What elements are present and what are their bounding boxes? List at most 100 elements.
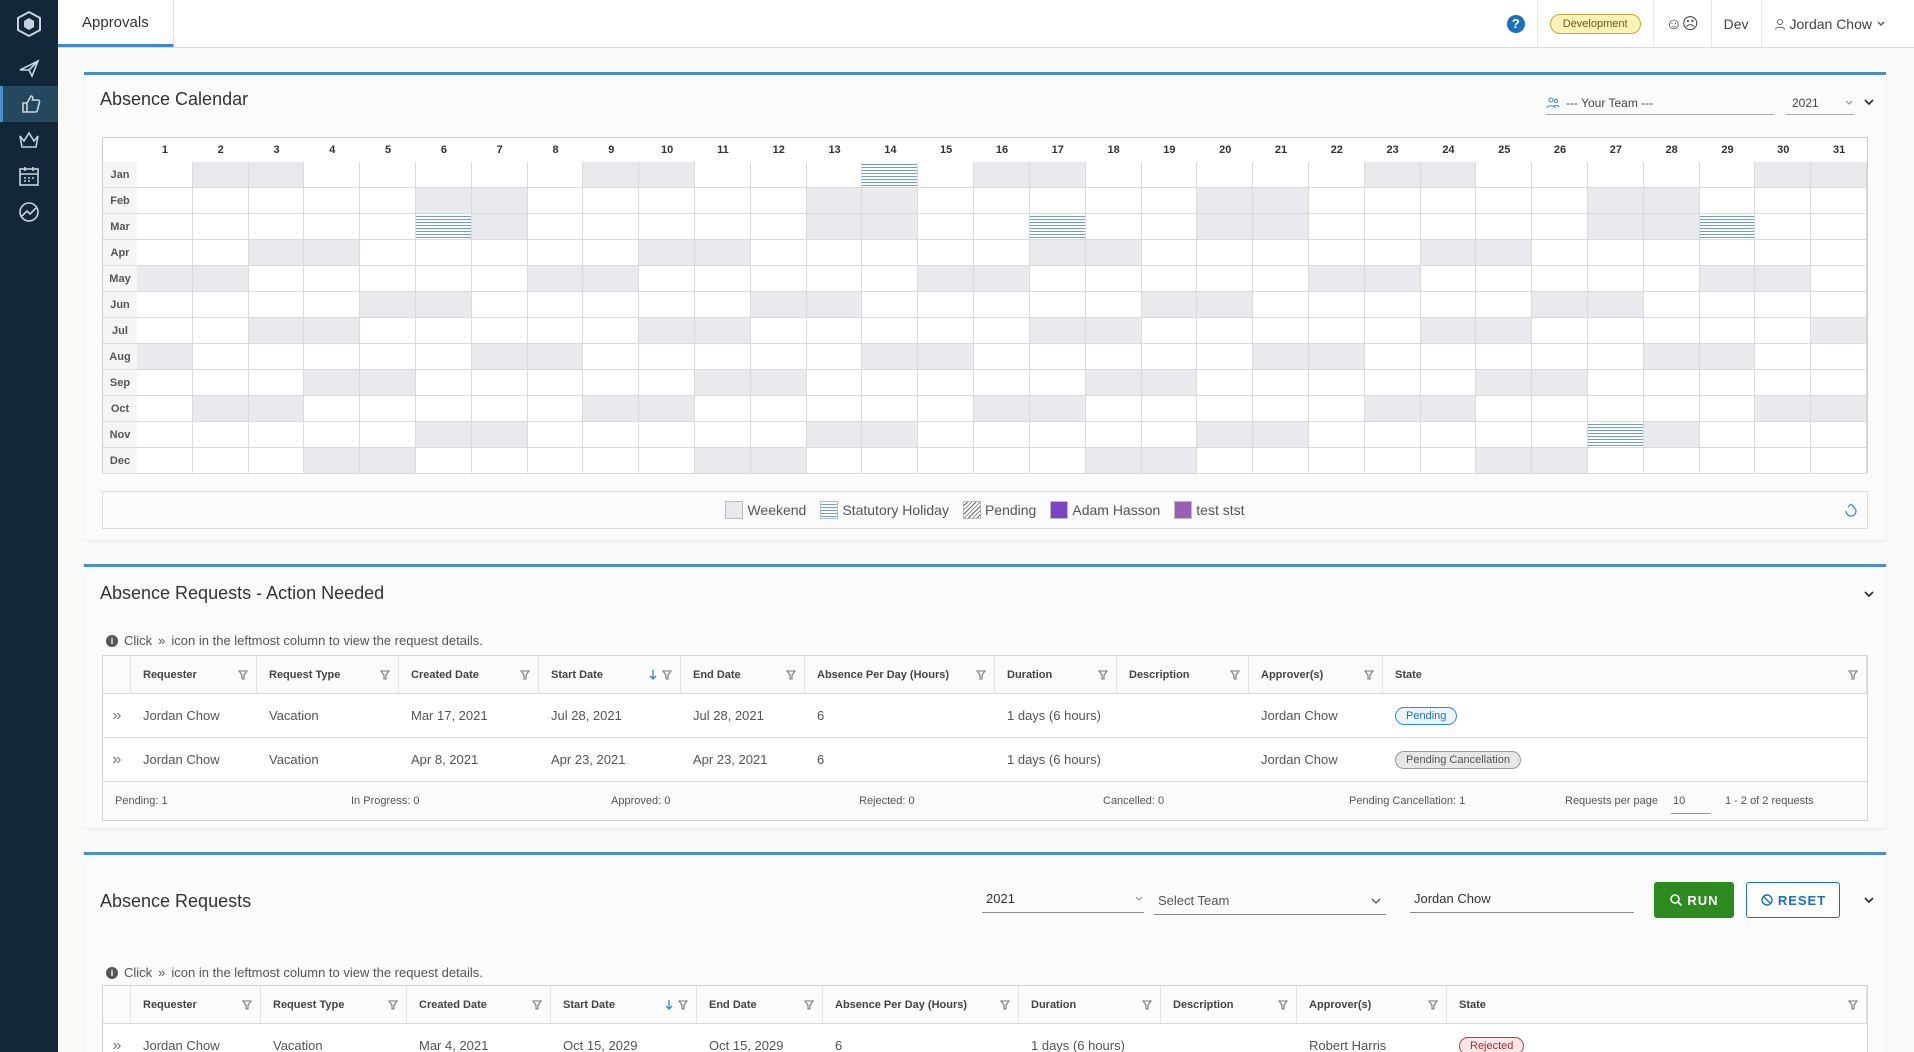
column-header[interactable]: End Date <box>697 986 823 1023</box>
help-button[interactable]: ? <box>1495 0 1537 47</box>
calendar-day-cell[interactable] <box>1755 422 1812 448</box>
column-header[interactable]: Description <box>1161 986 1297 1023</box>
calendar-day-cell[interactable] <box>1755 188 1812 214</box>
calendar-day-cell[interactable] <box>248 422 305 448</box>
column-header[interactable]: Created Date <box>399 656 539 693</box>
calendar-day-cell[interactable] <box>1420 214 1477 240</box>
calendar-day-cell[interactable] <box>750 344 807 370</box>
calendar-day-cell[interactable] <box>304 162 361 188</box>
calendar-day-cell[interactable] <box>974 188 1030 214</box>
calendar-day-cell[interactable] <box>974 240 1030 266</box>
calendar-day-cell[interactable] <box>1532 240 1588 266</box>
run-button[interactable]: RUN <box>1654 882 1734 918</box>
calendar-day-cell[interactable] <box>1755 396 1812 422</box>
calendar-day-cell[interactable] <box>695 422 751 448</box>
calendar-day-cell[interactable] <box>1308 266 1365 292</box>
calendar-day-cell[interactable] <box>639 422 696 448</box>
calendar-day-cell[interactable] <box>360 448 417 474</box>
calendar-day-cell[interactable] <box>1811 396 1867 422</box>
calendar-day-cell[interactable] <box>360 318 417 344</box>
feedback-button[interactable]: ☺☹ <box>1652 0 1711 47</box>
calendar-day-cell[interactable] <box>471 370 528 396</box>
calendar-day-cell[interactable] <box>583 292 640 318</box>
calendar-day-cell[interactable] <box>1364 318 1421 344</box>
column-header[interactable]: Start Date <box>551 986 697 1023</box>
calendar-day-cell[interactable] <box>918 344 975 370</box>
calendar-day-cell[interactable] <box>1699 318 1756 344</box>
calendar-day-cell[interactable] <box>1197 344 1254 370</box>
calendar-day-cell[interactable] <box>1755 448 1812 474</box>
calendar-day-cell[interactable] <box>918 188 975 214</box>
calendar-day-cell[interactable] <box>1476 370 1533 396</box>
calendar-day-cell[interactable] <box>360 344 417 370</box>
calendar-day-cell[interactable] <box>137 422 193 448</box>
calendar-day-cell[interactable] <box>750 240 807 266</box>
calendar-day-cell[interactable] <box>1029 318 1086 344</box>
calendar-day-cell[interactable] <box>137 370 193 396</box>
calendar-day-cell[interactable] <box>1197 162 1254 188</box>
calendar-day-cell[interactable] <box>1197 396 1254 422</box>
column-header[interactable]: State <box>1383 656 1867 693</box>
calendar-day-cell[interactable] <box>974 370 1030 396</box>
sort-desc-icon[interactable] <box>648 669 658 681</box>
calendar-day-cell[interactable] <box>527 162 584 188</box>
calendar-day-cell[interactable] <box>583 370 640 396</box>
filter-icon[interactable] <box>1230 670 1240 680</box>
calendar-day-cell[interactable] <box>1532 292 1588 318</box>
calendar-day-cell[interactable] <box>416 344 472 370</box>
filter-icon[interactable] <box>238 670 248 680</box>
calendar-day-cell[interactable] <box>248 240 305 266</box>
calendar-day-cell[interactable] <box>360 214 417 240</box>
calendar-day-cell[interactable] <box>360 370 417 396</box>
calendar-day-cell[interactable] <box>862 318 919 344</box>
filter-icon[interactable] <box>388 1000 398 1010</box>
calendar-day-cell[interactable] <box>583 318 640 344</box>
year-filter[interactable]: 2021 <box>982 885 1144 913</box>
calendar-day-cell[interactable] <box>974 448 1030 474</box>
calendar-day-cell[interactable] <box>1308 162 1365 188</box>
calendar-day-cell[interactable] <box>862 448 919 474</box>
tab-approvals[interactable]: Approvals <box>58 0 174 47</box>
column-header[interactable]: Duration <box>1019 986 1161 1023</box>
filter-icon[interactable] <box>532 1000 542 1010</box>
calendar-day-cell[interactable] <box>248 162 305 188</box>
calendar-day-cell[interactable] <box>1643 292 1700 318</box>
calendar-day-cell[interactable] <box>527 344 584 370</box>
calendar-day-cell[interactable] <box>1029 266 1086 292</box>
calendar-day-cell[interactable] <box>1476 344 1533 370</box>
calendar-day-cell[interactable] <box>248 188 305 214</box>
calendar-day-cell[interactable] <box>1029 240 1086 266</box>
calendar-day-cell[interactable] <box>1699 422 1756 448</box>
calendar-day-cell[interactable] <box>1587 240 1644 266</box>
calendar-day-cell[interactable] <box>1587 344 1644 370</box>
user-menu[interactable]: Jordan Chow <box>1760 0 1914 47</box>
calendar-day-cell[interactable] <box>974 318 1030 344</box>
calendar-day-cell[interactable] <box>1476 214 1533 240</box>
calendar-day-cell[interactable] <box>1253 292 1309 318</box>
calendar-day-cell[interactable] <box>1755 214 1812 240</box>
calendar-day-cell[interactable] <box>137 448 193 474</box>
calendar-day-cell[interactable] <box>1253 214 1309 240</box>
calendar-day-cell[interactable] <box>1364 448 1421 474</box>
calendar-day-cell[interactable] <box>1253 318 1309 344</box>
calendar-day-cell[interactable] <box>1643 448 1700 474</box>
column-header[interactable]: State <box>1447 986 1867 1023</box>
reset-button[interactable]: RESET <box>1746 882 1840 918</box>
calendar-day-cell[interactable] <box>1476 396 1533 422</box>
calendar-day-cell[interactable] <box>304 240 361 266</box>
calendar-day-cell[interactable] <box>416 214 472 240</box>
calendar-day-cell[interactable] <box>1141 370 1198 396</box>
calendar-day-cell[interactable] <box>1811 266 1867 292</box>
calendar-day-cell[interactable] <box>1085 188 1142 214</box>
calendar-day-cell[interactable] <box>806 188 863 214</box>
column-header[interactable]: Approver(s) <box>1249 656 1383 693</box>
calendar-day-cell[interactable] <box>1308 318 1365 344</box>
calendar-day-cell[interactable] <box>750 422 807 448</box>
calendar-day-cell[interactable] <box>1253 188 1309 214</box>
calendar-day-cell[interactable] <box>1420 422 1477 448</box>
calendar-day-cell[interactable] <box>1587 370 1644 396</box>
year-select[interactable]: 2021 <box>1786 91 1854 115</box>
calendar-day-cell[interactable] <box>806 396 863 422</box>
calendar-day-cell[interactable] <box>750 292 807 318</box>
calendar-day-cell[interactable] <box>974 292 1030 318</box>
